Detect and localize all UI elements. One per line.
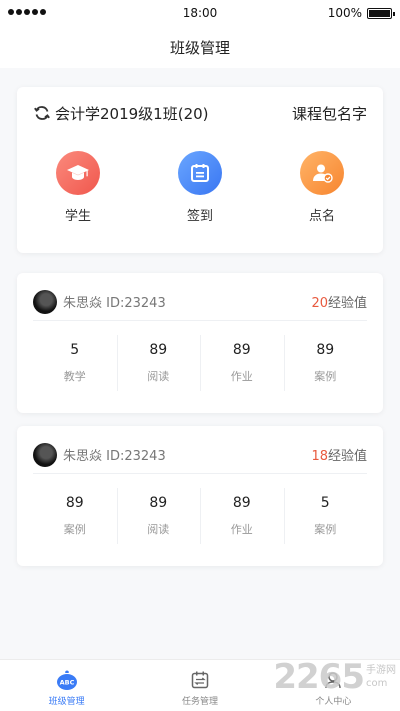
package-name[interactable]: 课程包名字: [292, 103, 367, 124]
battery-percent: 100%: [327, 6, 362, 20]
avatar: [33, 442, 57, 467]
class-name: 会计学2019级1班(20): [55, 104, 209, 123]
stat-item: 5 案例: [283, 484, 368, 548]
exp-value: 18: [311, 449, 328, 464]
exp-label: 经验值: [327, 449, 367, 464]
class-selector[interactable]: 会计学2019级1班(20): [33, 103, 209, 124]
watermark-logo: 2265 手游网 com: [273, 657, 396, 697]
abc-class-icon: ABC: [56, 669, 78, 691]
stat-value: 89: [149, 342, 168, 358]
checkin-label: 签到: [186, 209, 213, 224]
stat-value: 89: [65, 495, 84, 511]
class-card: 会计学2019级1班(20) 课程包名字 学生 签到 点名: [17, 87, 383, 253]
stat-label: 作业: [230, 370, 253, 383]
stat-value: 89: [232, 495, 251, 511]
page-title: 班级管理: [169, 39, 230, 57]
stat-item: 89 作业: [200, 331, 284, 395]
watermark-text: 手游网 com: [366, 664, 396, 690]
calendar-checkin-icon: [177, 151, 222, 195]
graduation-cap-icon: [55, 151, 100, 195]
watermark-line2: com: [366, 678, 388, 689]
students-button[interactable]: 学生: [17, 151, 139, 224]
task-calendar-icon: [189, 669, 211, 691]
battery-icon: [367, 8, 395, 19]
tab-class-management[interactable]: ABC 班级管理: [0, 660, 133, 711]
stat-label: 教学: [63, 370, 86, 383]
stat-label: 案例: [314, 523, 337, 536]
student-name: 朱思焱 ID:23243: [63, 449, 166, 464]
stat-item: 5 教学: [33, 331, 117, 395]
tab-label: 班级管理: [48, 697, 85, 707]
nav-bar: 班级管理: [0, 28, 400, 68]
class-card-header: 会计学2019级1班(20) 课程包名字: [33, 101, 367, 125]
stat-label: 案例: [314, 370, 337, 383]
user-check-icon: [299, 151, 344, 195]
stat-item: 89 阅读: [116, 484, 201, 548]
stat-label: 作业: [230, 523, 253, 536]
watermark-line1: 手游网: [366, 665, 396, 676]
stat-value: 5: [320, 495, 330, 511]
student-info: 朱思焱 ID:23243: [33, 442, 166, 467]
stat-label: 阅读: [147, 370, 170, 383]
exp-label: 经验值: [327, 296, 367, 311]
class-actions: 学生 签到 点名: [17, 151, 383, 224]
stat-value: 89: [149, 495, 168, 511]
student-card-header: 朱思焱 ID:23243 20经验值: [33, 283, 367, 321]
stat-item: 89 阅读: [116, 331, 201, 395]
student-card[interactable]: 朱思焱 ID:23243 20经验值 5 教学 89 阅读 89 作业 89 案…: [17, 273, 383, 413]
student-name: 朱思焱 ID:23243: [63, 296, 166, 311]
rollcall-label: 点名: [308, 209, 335, 224]
exp-badge: 18经验值: [311, 445, 367, 464]
svg-text:ABC: ABC: [59, 679, 74, 687]
stat-item: 89 作业: [200, 484, 284, 548]
students-label: 学生: [64, 209, 91, 224]
student-card[interactable]: 朱思焱 ID:23243 18经验值 89 案例 89 阅读 89 作业 5 案…: [17, 426, 383, 566]
exp-badge: 20经验值: [311, 292, 367, 311]
watermark-number: 2265: [273, 657, 365, 697]
stat-item: 89 案例: [33, 484, 117, 548]
student-stats: 89 案例 89 阅读 89 作业 5 案例: [33, 484, 367, 548]
rollcall-button[interactable]: 点名: [261, 151, 383, 224]
exp-value: 20: [311, 296, 328, 311]
stat-label: 阅读: [147, 523, 170, 536]
tab-task-management[interactable]: 任务管理: [133, 660, 266, 711]
status-bar: 18:00 100%: [0, 0, 400, 28]
student-info: 朱思焱 ID:23243: [33, 289, 166, 314]
student-stats: 5 教学 89 阅读 89 作业 89 案例: [33, 331, 367, 395]
student-card-header: 朱思焱 ID:23243 18经验值: [33, 436, 367, 474]
refresh-icon[interactable]: [33, 104, 51, 122]
stat-item: 89 案例: [283, 331, 368, 395]
avatar: [33, 289, 57, 314]
stat-value: 89: [232, 342, 251, 358]
checkin-button[interactable]: 签到: [139, 151, 261, 224]
stat-value: 5: [70, 342, 80, 358]
stat-label: 案例: [63, 523, 86, 536]
stat-value: 89: [316, 342, 335, 358]
tab-label: 任务管理: [181, 697, 218, 707]
